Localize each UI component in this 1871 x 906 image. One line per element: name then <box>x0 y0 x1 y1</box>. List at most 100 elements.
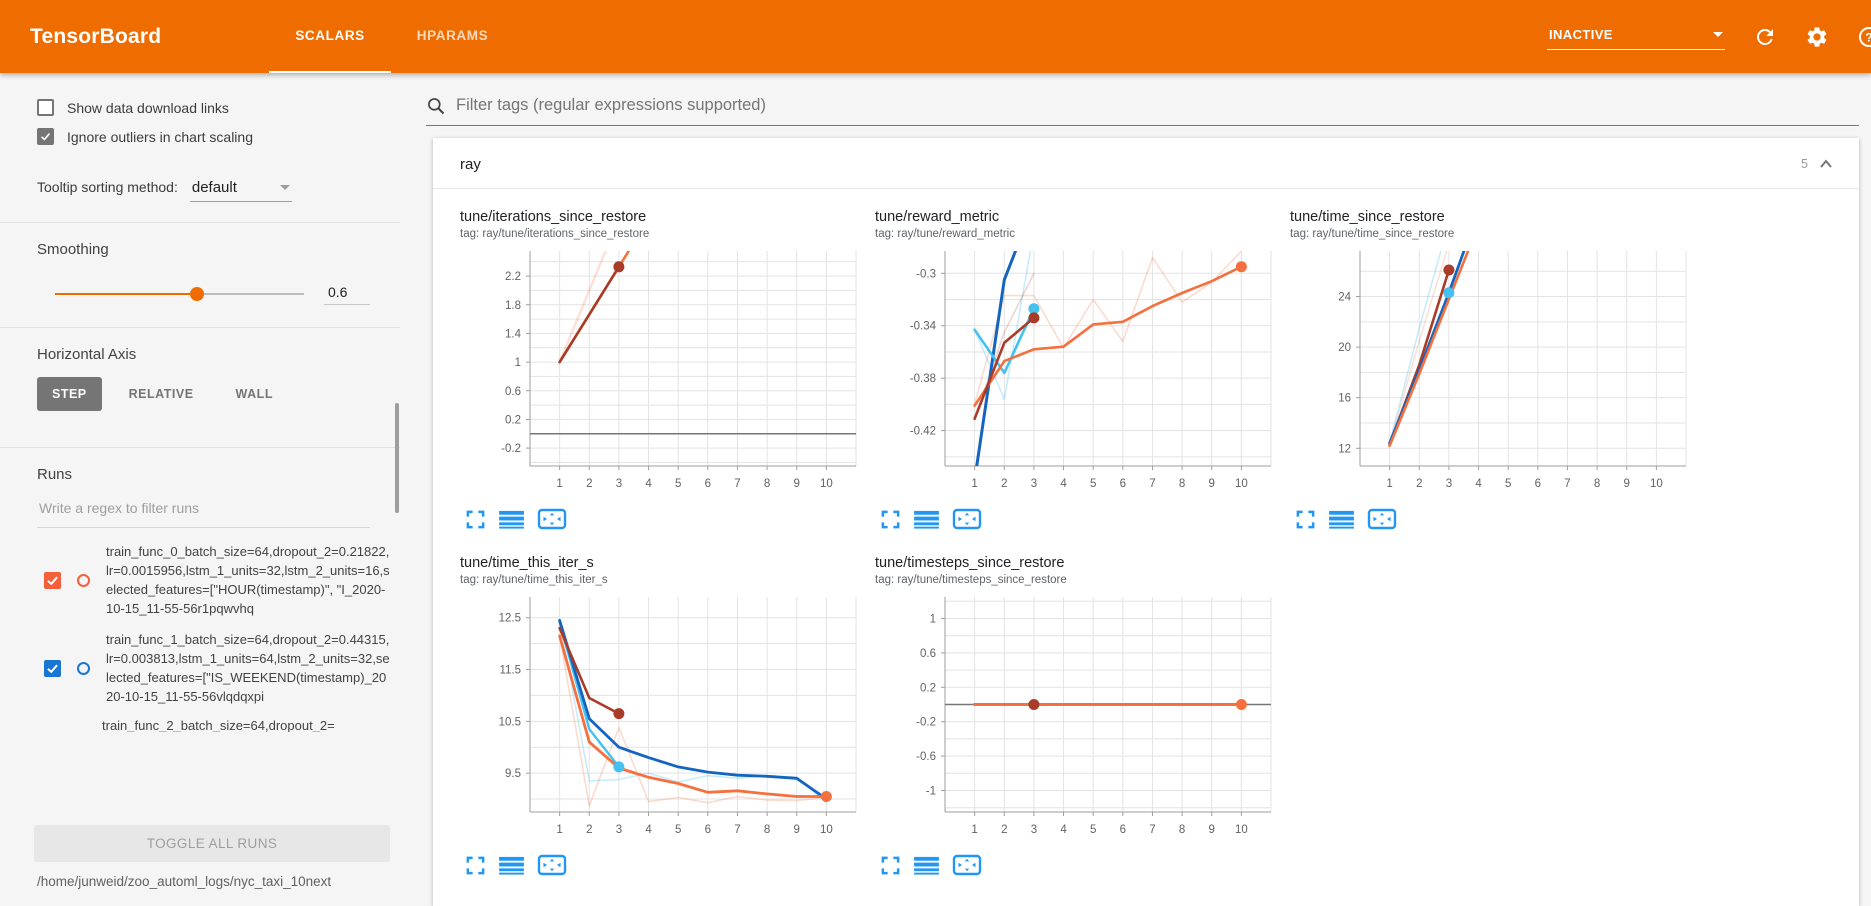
run-label: train_func_0_batch_size=64,dropout_2=0.2… <box>106 542 392 618</box>
header-actions: INACTIVE ? <box>1547 0 1867 73</box>
tooltip-sorting-value: default <box>192 179 237 196</box>
smoothing-value[interactable]: 0.6 <box>324 282 370 305</box>
tooltip-sorting-dropdown[interactable]: default <box>190 177 292 202</box>
chart-card: tune/time_this_iter_stag: ray/tune/time_… <box>460 555 875 877</box>
chart-plot[interactable]: 1216202412345678910 <box>1290 246 1694 498</box>
svg-text:7: 7 <box>734 478 740 490</box>
svg-text:0.2: 0.2 <box>505 414 521 426</box>
expand-chart-icon[interactable] <box>880 509 901 530</box>
tab-bar: SCALARS HPARAMS <box>269 0 514 73</box>
svg-text:1: 1 <box>930 614 936 626</box>
svg-text:1: 1 <box>971 478 977 490</box>
filter-tags-row <box>426 95 1859 126</box>
svg-text:9.5: 9.5 <box>505 768 521 780</box>
expand-chart-icon[interactable] <box>880 855 901 876</box>
option-show-download-links[interactable]: Show data download links <box>37 99 400 116</box>
svg-text:7: 7 <box>1149 824 1155 836</box>
smoothing-slider-row: 0.6 <box>37 282 370 305</box>
run-radio[interactable] <box>77 662 90 675</box>
sidebar-scrollbar[interactable] <box>395 403 399 513</box>
svg-text:-0.6: -0.6 <box>916 751 936 763</box>
svg-text:3: 3 <box>1031 824 1037 836</box>
svg-text:7: 7 <box>1149 478 1155 490</box>
horizontal-axis-label: Horizontal Axis <box>37 346 400 363</box>
expand-chart-icon[interactable] <box>1295 509 1316 530</box>
expand-chart-icon[interactable] <box>465 509 486 530</box>
svg-text:2: 2 <box>1001 478 1007 490</box>
checkbox-checked[interactable] <box>37 128 54 145</box>
filter-tags-input[interactable] <box>454 95 1859 116</box>
chevron-down-icon <box>280 185 290 190</box>
svg-text:-0.42: -0.42 <box>910 426 936 438</box>
svg-text:9: 9 <box>1209 824 1215 836</box>
chevron-up-icon[interactable] <box>1817 155 1835 173</box>
svg-text:6: 6 <box>705 478 711 490</box>
run-item[interactable]: train_func_2_batch_size=64,dropout_2= <box>102 718 392 732</box>
runs-selector-icon[interactable] <box>499 509 524 530</box>
svg-text:1: 1 <box>1386 478 1392 490</box>
chart-plot[interactable]: 9.510.511.512.512345678910 <box>460 592 864 844</box>
runs-selector-icon[interactable] <box>1329 509 1354 530</box>
divider <box>0 222 400 223</box>
expand-chart-icon[interactable] <box>465 855 486 876</box>
slider-thumb[interactable] <box>190 287 204 301</box>
divider <box>0 447 400 448</box>
status-dropdown[interactable]: INACTIVE <box>1547 23 1725 50</box>
refresh-icon[interactable] <box>1753 25 1777 49</box>
run-checkbox[interactable] <box>44 572 61 589</box>
chart-card: tune/timesteps_since_restoretag: ray/tun… <box>875 555 1290 877</box>
svg-text:-1: -1 <box>926 786 936 798</box>
svg-text:4: 4 <box>1475 478 1482 490</box>
tab-scalars[interactable]: SCALARS <box>269 0 390 73</box>
runs-selector-icon[interactable] <box>914 509 939 530</box>
run-item[interactable]: train_func_0_batch_size=64,dropout_2=0.2… <box>44 542 392 618</box>
option-label: Show data download links <box>67 100 229 116</box>
chart-title: tune/reward_metric <box>875 209 1290 225</box>
ray-section-header[interactable]: ray 5 <box>433 138 1859 189</box>
chart-tag: tag: ray/tune/iterations_since_restore <box>460 228 875 240</box>
fit-domain-icon[interactable] <box>952 507 982 531</box>
svg-text:0.6: 0.6 <box>505 386 521 398</box>
svg-text:2: 2 <box>1416 478 1422 490</box>
tab-hparams[interactable]: HPARAMS <box>391 0 514 73</box>
svg-text:6: 6 <box>705 824 711 836</box>
axis-relative-button[interactable]: RELATIVE <box>114 377 209 411</box>
runs-selector-icon[interactable] <box>914 855 939 876</box>
svg-text:3: 3 <box>1031 478 1037 490</box>
settings-gear-icon[interactable] <box>1805 25 1829 49</box>
runs-filter-input[interactable] <box>37 499 370 517</box>
axis-wall-button[interactable]: WALL <box>221 377 288 411</box>
fit-domain-icon[interactable] <box>537 507 567 531</box>
content-area: Show data download links Ignore outliers… <box>0 73 1871 906</box>
svg-text:7: 7 <box>1564 478 1570 490</box>
help-icon[interactable]: ? <box>1857 25 1867 49</box>
svg-text:3: 3 <box>1446 478 1452 490</box>
toggle-all-runs-button[interactable]: TOGGLE ALL RUNS <box>34 825 390 862</box>
run-item[interactable]: train_func_1_batch_size=64,dropout_2=0.4… <box>44 630 392 706</box>
chart-plot[interactable]: -0.42-0.38-0.34-0.312345678910 <box>875 246 1279 498</box>
svg-text:8: 8 <box>764 478 770 490</box>
run-label: train_func_2_batch_size=64,dropout_2= <box>102 718 392 732</box>
svg-text:4: 4 <box>1060 824 1067 836</box>
chart-plot[interactable]: -0.20.20.611.41.82.212345678910 <box>460 246 864 498</box>
run-checkbox[interactable] <box>44 660 61 677</box>
runs-selector-icon[interactable] <box>499 855 524 876</box>
fit-domain-icon[interactable] <box>952 853 982 877</box>
svg-text:24: 24 <box>1338 292 1351 304</box>
svg-text:5: 5 <box>675 824 681 836</box>
smoothing-slider[interactable] <box>55 293 304 295</box>
axis-step-button[interactable]: STEP <box>37 377 102 411</box>
fit-domain-icon[interactable] <box>537 853 567 877</box>
option-ignore-outliers[interactable]: Ignore outliers in chart scaling <box>37 128 400 145</box>
svg-text:5: 5 <box>1090 824 1096 836</box>
svg-text:5: 5 <box>1090 478 1096 490</box>
svg-text:6: 6 <box>1120 478 1126 490</box>
chart-plot[interactable]: -1-0.6-0.20.20.6112345678910 <box>875 592 1279 844</box>
run-radio[interactable] <box>77 574 90 587</box>
chart-title: tune/iterations_since_restore <box>460 209 875 225</box>
checkbox-unchecked[interactable] <box>37 99 54 116</box>
chart-tag: tag: ray/tune/timesteps_since_restore <box>875 574 1290 586</box>
svg-text:9: 9 <box>1624 478 1630 490</box>
svg-text:10: 10 <box>1650 478 1663 490</box>
fit-domain-icon[interactable] <box>1367 507 1397 531</box>
